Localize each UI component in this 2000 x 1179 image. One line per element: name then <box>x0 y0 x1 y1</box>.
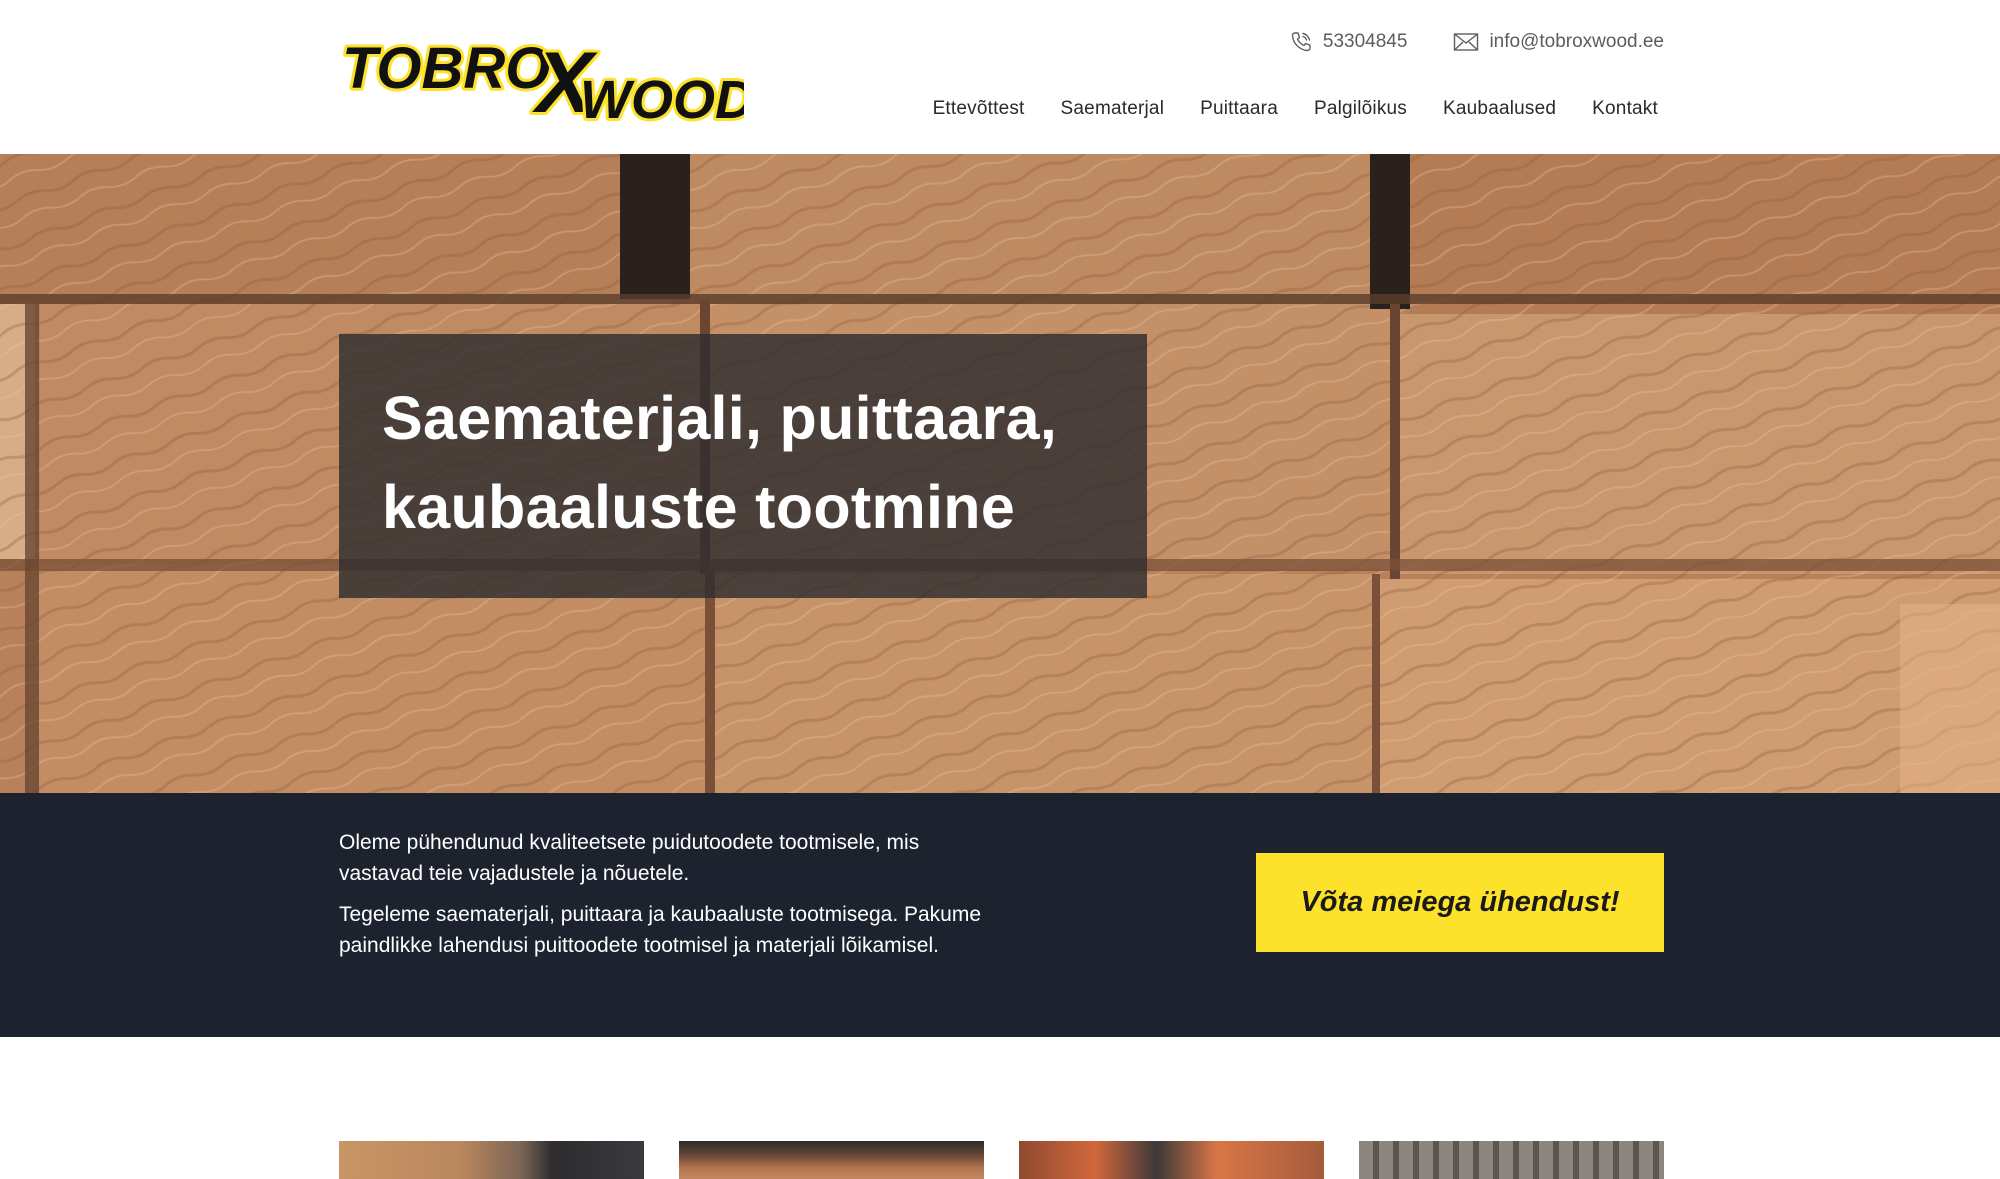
logo-text-wood: WOOD <box>580 70 744 126</box>
phone-number: 53304845 <box>1322 31 1408 52</box>
product-card-image-3[interactable] <box>1019 1141 1324 1179</box>
email-link[interactable]: info@tobroxwood.ee <box>1453 31 1664 53</box>
contact-row: 53304845 info@tobroxwood.ee <box>1289 30 1664 54</box>
intro-paragraph-2: Tegeleme saematerjali, puittaara ja kaub… <box>339 903 982 957</box>
intro-band: Oleme pühendunud kvaliteetsete puidutood… <box>0 793 2000 1037</box>
intro-paragraph-1: Oleme pühendunud kvaliteetsete puidutood… <box>339 831 920 885</box>
logo-text-tobro: TOBRO <box>342 36 550 101</box>
product-card-image-2[interactable] <box>679 1141 984 1179</box>
nav-kontakt[interactable]: Kontakt <box>1592 98 1658 120</box>
hero-title-line-1: Saematerjali, puittaara, <box>382 384 1058 452</box>
product-card-image-4[interactable] <box>1359 1141 1664 1179</box>
mail-icon <box>1454 33 1479 51</box>
logo-graphic: TOBRO TOBRO X X WOOD WOOD <box>340 32 744 126</box>
nav-saematerjal[interactable]: Saematerjal <box>1061 98 1165 120</box>
nav-puittaara[interactable]: Puittaara <box>1200 98 1278 120</box>
hero-title-line-2: kaubaaluste tootmine <box>382 473 1016 541</box>
intro-text: Oleme pühendunud kvaliteetsete puidutood… <box>339 827 999 961</box>
hero-title: Saematerjali, puittaara, kaubaaluste too… <box>382 374 1104 552</box>
site-header: TOBRO TOBRO X X WOOD WOOD 53304845 info@… <box>0 0 2000 154</box>
product-cards-section <box>0 1037 2000 1179</box>
tobroxwood-logo[interactable]: TOBRO TOBRO X X WOOD WOOD <box>340 26 744 126</box>
hero-section: Saematerjali, puittaara, kaubaaluste too… <box>0 154 2000 793</box>
hero-title-box: Saematerjali, puittaara, kaubaaluste too… <box>339 334 1147 598</box>
nav-kaubaalused[interactable]: Kaubaalused <box>1443 98 1556 120</box>
nav-palgiloikus[interactable]: Palgilõikus <box>1314 98 1407 120</box>
product-card-image-1[interactable] <box>339 1141 644 1179</box>
contact-cta-button[interactable]: Võta meiega ühendust! <box>1256 853 1664 952</box>
main-nav: Ettevõttest Saematerjal Puittaara Palgil… <box>933 98 1658 120</box>
email-address: info@tobroxwood.ee <box>1489 31 1664 52</box>
phone-icon <box>1291 32 1311 52</box>
phone-link[interactable]: 53304845 <box>1289 30 1408 54</box>
nav-ettevottest[interactable]: Ettevõttest <box>933 98 1025 120</box>
